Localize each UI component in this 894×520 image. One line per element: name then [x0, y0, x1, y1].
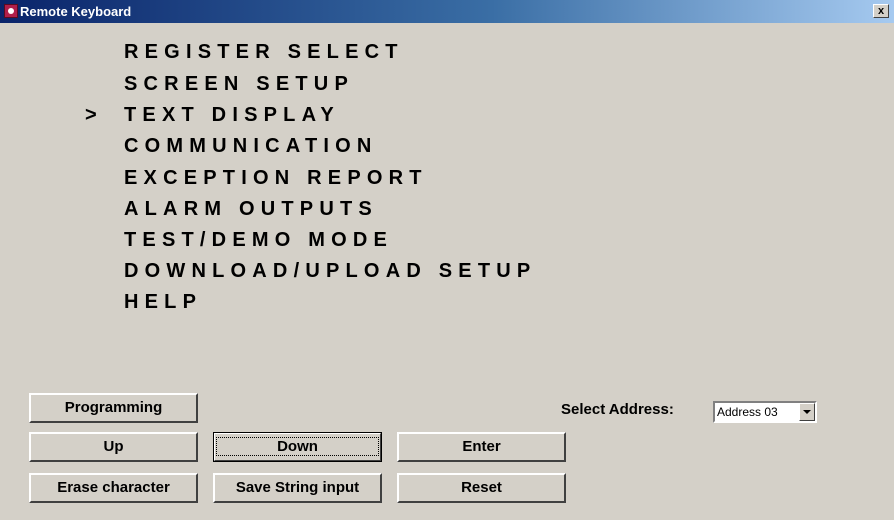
menu-item-download-upload-setup: DOWNLOAD/UPLOAD SETUP [124, 260, 537, 282]
menu-item-text-display: TEXT DISPLAY [124, 104, 340, 126]
erase-character-button[interactable]: Erase character [29, 473, 198, 503]
menu-item-test-demo-mode: TEST/DEMO MODE [124, 229, 394, 251]
select-address-label: Select Address: [561, 401, 674, 418]
app-icon [4, 4, 18, 18]
menu-item-register-select: REGISTER SELECT [124, 41, 404, 63]
selection-cursor: > [85, 104, 97, 126]
address-select-value: Address 03 [717, 405, 778, 419]
menu-item-screen-setup: SCREEN SETUP [124, 73, 354, 95]
programming-button[interactable]: Programming [29, 393, 198, 423]
reset-button[interactable]: Reset [397, 473, 566, 503]
title-bar: Remote Keyboard x [0, 0, 894, 23]
down-button[interactable]: Down [213, 432, 382, 462]
menu-item-help: HELP [124, 291, 203, 313]
menu-item-alarm-outputs: ALARM OUTPUTS [124, 198, 378, 220]
enter-button[interactable]: Enter [397, 432, 566, 462]
menu-item-exception-report: EXCEPTION REPORT [124, 167, 428, 189]
menu-item-communication: COMMUNICATION [124, 135, 378, 157]
close-button[interactable]: x [873, 4, 889, 18]
up-button[interactable]: Up [29, 432, 198, 462]
address-select[interactable]: Address 03 [713, 401, 817, 423]
window-title: Remote Keyboard [20, 4, 132, 19]
chevron-down-icon[interactable] [799, 403, 815, 421]
save-string-input-button[interactable]: Save String input [213, 473, 382, 503]
down-button-label: Down [216, 437, 379, 456]
